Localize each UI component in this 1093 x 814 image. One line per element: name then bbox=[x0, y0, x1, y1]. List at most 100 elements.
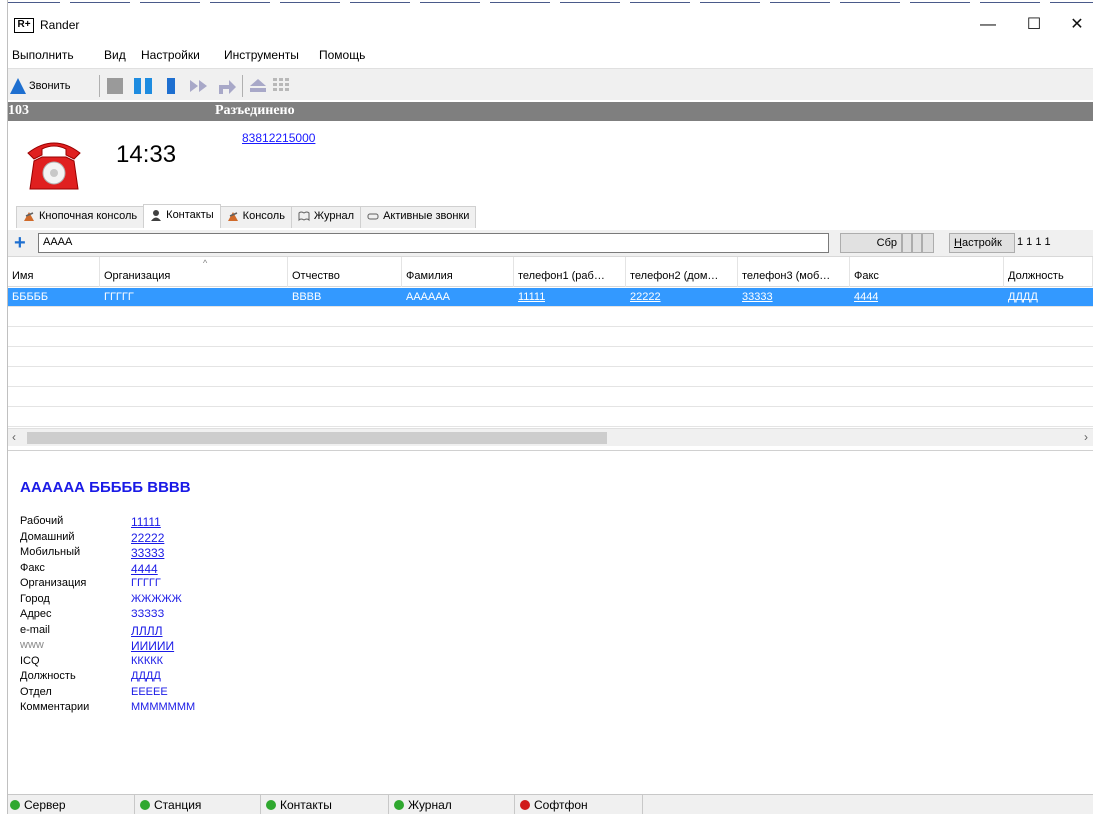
call-button-label: Звонить bbox=[29, 80, 71, 92]
contact-full-name: АААААА БББББ ВВВВ bbox=[20, 479, 191, 496]
menu-item-help[interactable]: Помощь bbox=[319, 48, 365, 62]
menu-item-run[interactable]: Выполнить bbox=[12, 48, 74, 62]
cell-name: БББББ bbox=[12, 291, 49, 303]
call-phone-link[interactable]: 83812215000 bbox=[242, 131, 315, 145]
line-status-bar: 103 Разъединено bbox=[8, 102, 1093, 121]
status-label: Софтфон bbox=[534, 798, 588, 812]
tab-label: Контакты bbox=[166, 209, 214, 221]
status-server: Сервер bbox=[10, 798, 66, 812]
call-info-panel: 14:33 83812215000 bbox=[8, 121, 1093, 213]
column-header[interactable]: Имя bbox=[8, 257, 100, 287]
pause-icon[interactable] bbox=[132, 77, 154, 95]
cell-fax[interactable]: 4444 bbox=[854, 291, 878, 303]
column-header[interactable]: телефон3 (моб… bbox=[738, 257, 850, 287]
toolbar-separator bbox=[242, 75, 243, 97]
column-header[interactable]: телефон1 (раб… bbox=[514, 257, 626, 287]
menu-item-view[interactable]: Вид bbox=[104, 48, 126, 62]
detail-value: ГГГГГ bbox=[131, 577, 161, 589]
status-contacts: Контакты bbox=[266, 798, 332, 812]
cell-phone-mobile[interactable]: 33333 bbox=[742, 291, 773, 303]
detail-value: ЕЕЕЕЕ bbox=[131, 685, 168, 698]
tab-label: Активные звонки bbox=[383, 210, 470, 222]
sort-ascending-icon: ^ bbox=[203, 258, 208, 268]
column-header[interactable]: Отчество bbox=[288, 257, 402, 287]
status-separator bbox=[642, 795, 643, 814]
table-row-empty bbox=[8, 388, 1093, 407]
menu-item-settings[interactable]: Настройки bbox=[141, 48, 200, 62]
table-row-empty bbox=[8, 328, 1093, 347]
detail-value-link[interactable]: 4444 bbox=[131, 562, 158, 576]
status-separator bbox=[134, 795, 135, 814]
transfer-icon[interactable] bbox=[216, 77, 238, 95]
table-row-empty bbox=[8, 368, 1093, 387]
settings-button[interactable]: Настройк bbox=[949, 233, 1015, 253]
status-separator bbox=[514, 795, 515, 814]
title-bar[interactable]: R+ Rander — ☐ ✕ bbox=[8, 6, 1093, 40]
status-led-icon bbox=[140, 800, 150, 810]
splitter-handle[interactable] bbox=[912, 233, 922, 253]
maximize-button[interactable]: ☐ bbox=[1011, 14, 1057, 36]
active-calls-icon bbox=[367, 213, 379, 220]
hold-icon[interactable] bbox=[164, 77, 178, 95]
detail-label: Отдел bbox=[20, 685, 52, 698]
detail-label: ICQ bbox=[20, 654, 40, 667]
column-header[interactable]: телефон2 (дом… bbox=[626, 257, 738, 287]
close-button[interactable]: ✕ bbox=[1057, 14, 1093, 36]
cell-phone-home[interactable]: 22222 bbox=[630, 291, 661, 303]
splitter-handle[interactable] bbox=[902, 233, 912, 253]
detail-label: Факс bbox=[20, 561, 45, 574]
detail-value-link[interactable]: 33333 bbox=[131, 546, 164, 560]
detail-value-link[interactable]: 22222 bbox=[131, 531, 164, 545]
splitter-handle[interactable] bbox=[922, 233, 934, 253]
cell-surname: АААААА bbox=[406, 291, 451, 303]
stop-icon[interactable] bbox=[106, 77, 124, 95]
button-console-icon bbox=[24, 212, 34, 221]
column-header[interactable]: Должность bbox=[1004, 257, 1093, 287]
status-label: Журнал bbox=[408, 798, 452, 812]
detail-value-link[interactable]: 11111 bbox=[131, 515, 161, 529]
column-header[interactable]: Факс bbox=[850, 257, 1004, 287]
cell-phone-work[interactable]: 11111 bbox=[518, 291, 545, 303]
line-status: Разъединено bbox=[215, 103, 295, 118]
detail-label: Домашний bbox=[20, 530, 75, 543]
minimize-button[interactable]: — bbox=[965, 14, 1011, 36]
conference-icon[interactable] bbox=[248, 77, 270, 95]
search-input[interactable]: АААА bbox=[38, 233, 829, 253]
detail-label: www bbox=[20, 639, 44, 651]
reset-button[interactable]: Сбр bbox=[840, 233, 902, 253]
contacts-icon bbox=[151, 210, 162, 221]
dialpad-icon[interactable] bbox=[272, 77, 292, 95]
console-icon bbox=[227, 212, 238, 221]
detail-value-link[interactable]: ЛЛЛЛ bbox=[131, 624, 163, 638]
detail-label: Город bbox=[20, 592, 50, 605]
add-contact-icon[interactable]: + bbox=[14, 233, 26, 253]
status-led-icon bbox=[520, 800, 530, 810]
status-label: Сервер bbox=[24, 798, 66, 812]
scroll-right-icon[interactable]: › bbox=[1084, 430, 1088, 444]
column-header[interactable]: Организация bbox=[100, 257, 288, 287]
table-header: Имя Организация ^ Отчество Фамилия телеф… bbox=[8, 257, 1093, 287]
tab-active-calls[interactable]: Активные звонки bbox=[360, 206, 477, 228]
table-row[interactable]: БББББ ГГГГГ ВВВВ АААААА 11111 22222 3333… bbox=[8, 288, 1093, 307]
column-header[interactable]: Фамилия bbox=[402, 257, 514, 287]
table-row-empty bbox=[8, 348, 1093, 367]
forward-icon[interactable] bbox=[188, 77, 210, 95]
call-button[interactable]: Звонить bbox=[10, 75, 70, 97]
tab-contacts[interactable]: Контакты bbox=[143, 204, 221, 228]
call-up-icon bbox=[10, 78, 26, 94]
tab-journal[interactable]: Журнал bbox=[290, 206, 362, 228]
horizontal-scrollbar[interactable]: ‹ › bbox=[8, 428, 1093, 446]
scroll-left-icon[interactable]: ‹ bbox=[12, 430, 16, 444]
connection-status-bar: Сервер Станция Контакты Журнал Софтфон bbox=[8, 794, 1093, 814]
scrollbar-thumb[interactable] bbox=[27, 432, 607, 444]
status-led-icon bbox=[10, 800, 20, 810]
menu-item-tools[interactable]: Инструменты bbox=[224, 48, 299, 62]
detail-value-link[interactable]: ИИИИИ bbox=[131, 639, 174, 653]
tab-console[interactable]: Консоль bbox=[219, 206, 292, 228]
screen: R+ Rander — ☐ ✕ Выполнить Вид Настройки … bbox=[0, 0, 1093, 814]
tab-label: Консоль bbox=[242, 210, 285, 222]
journal-icon bbox=[298, 211, 310, 222]
status-label: Контакты bbox=[280, 798, 332, 812]
cell-organization: ГГГГГ bbox=[104, 291, 134, 303]
tab-button-console[interactable]: Кнопочная консоль bbox=[16, 206, 145, 228]
